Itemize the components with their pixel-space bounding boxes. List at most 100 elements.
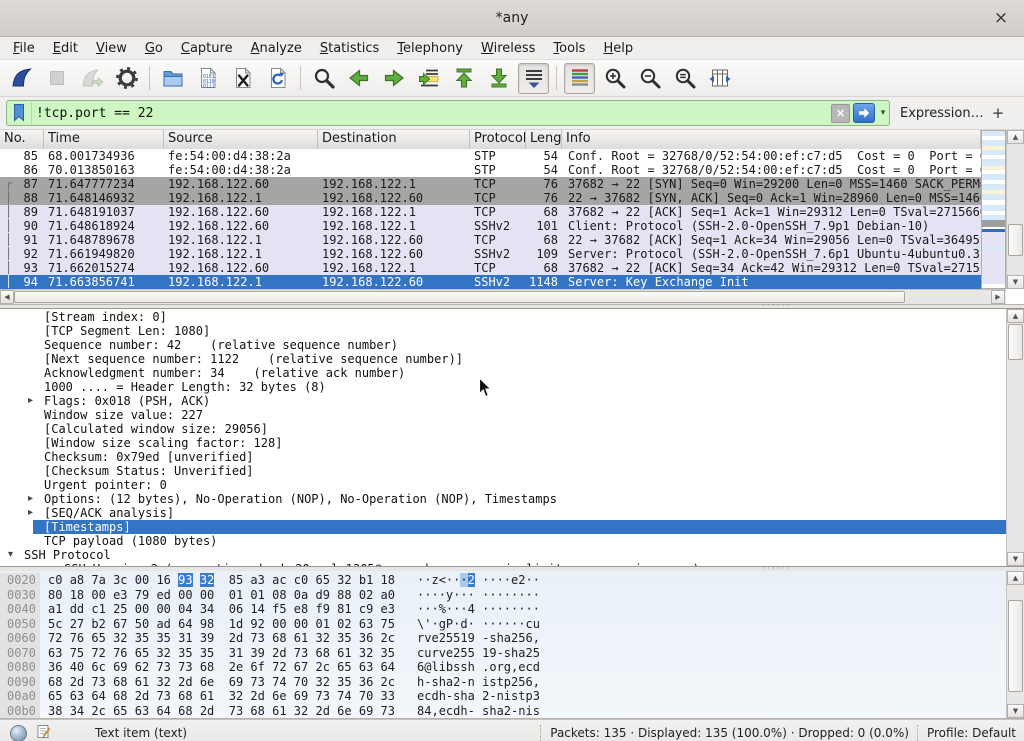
filter-apply-button[interactable] (853, 103, 875, 123)
scroll-down-arrow[interactable]: ▼ (1007, 275, 1024, 289)
resize-columns-button[interactable] (704, 63, 735, 94)
column-header-destination[interactable]: Destination (318, 130, 470, 149)
menu-wireless[interactable]: Wireless (472, 39, 544, 58)
filter-dropdown-button[interactable]: ▾ (877, 104, 889, 122)
menu-view[interactable]: View (87, 39, 136, 58)
save-file-button[interactable]: 010101100111 (192, 63, 223, 94)
scroll-right-arrow[interactable]: ▶ (991, 290, 1005, 304)
detail-line[interactable]: ▸[SEQ/ACK analysis] (0, 506, 1006, 520)
bytes-vscrollbar[interactable]: ▲ ▼ (1006, 571, 1024, 718)
packet-row-89[interactable]: │8971.648191037192.168.122.60192.168.122… (0, 205, 981, 219)
column-header-no[interactable]: No. (0, 130, 44, 149)
detail-line[interactable]: ▸[Timestamps] (0, 520, 1006, 534)
hex-row-0090[interactable]: 009068 2d 73 68 61 32 2d 6e 69 73 74 70 … (0, 675, 1006, 690)
expander-icon[interactable]: ▸ (48, 562, 53, 566)
packet-row-94[interactable]: │9471.663856741192.168.122.1192.168.122.… (0, 275, 981, 289)
display-filter-field[interactable]: × ▾ (6, 100, 890, 126)
column-header-protocol[interactable]: Protocol (470, 130, 526, 149)
reload-file-button[interactable] (262, 63, 293, 94)
packet-row-93[interactable]: │9371.662015274192.168.122.60192.168.122… (0, 261, 981, 275)
detail-line[interactable]: Acknowledgment number: 34 (relative ack … (0, 366, 1006, 380)
go-forward-button[interactable] (378, 63, 409, 94)
expander-icon[interactable]: ▸ (28, 394, 33, 408)
hex-row-0030[interactable]: 003080 18 00 e3 79 ed 00 00 01 01 08 0a … (0, 588, 1006, 603)
hex-row-0040[interactable]: 0040a1 dd c1 25 00 00 04 34 06 14 f5 e8 … (0, 602, 1006, 617)
column-header-info[interactable]: Info (562, 130, 981, 149)
filter-add-button[interactable]: + (988, 104, 1008, 122)
capture-options-button[interactable] (111, 63, 142, 94)
expander-icon[interactable]: ▸ (28, 520, 33, 534)
auto-scroll-button[interactable] (518, 63, 549, 94)
packet-list-vscrollbar[interactable]: ▲ ▼ (1006, 130, 1024, 289)
packet-row-87[interactable]: ┌8771.647777234192.168.122.60192.168.122… (0, 177, 981, 191)
detail-line[interactable]: [TCP Segment Len: 1080] (0, 324, 1006, 338)
hex-row-00a0[interactable]: 00a065 63 64 68 2d 73 68 61 32 2d 6e 69 … (0, 689, 1006, 704)
menu-capture[interactable]: Capture (172, 39, 242, 58)
detail-line[interactable]: [Next sequence number: 1122 (relative se… (0, 352, 1006, 366)
menu-analyze[interactable]: Analyze (242, 39, 311, 58)
capture-comment-icon[interactable] (37, 724, 51, 741)
details-vscrollbar[interactable]: ▲ ▼ (1006, 309, 1024, 566)
scroll-thumb[interactable] (1008, 600, 1023, 692)
detail-line[interactable]: Checksum: 0x79ed [unverified] (0, 450, 1006, 464)
packet-row-88[interactable]: │8871.648146932192.168.122.1192.168.122.… (0, 191, 981, 205)
scroll-down-arrow[interactable]: ▼ (1007, 704, 1024, 718)
expander-icon[interactable]: ▸ (28, 492, 33, 506)
menu-file[interactable]: File (4, 39, 44, 58)
menu-edit[interactable]: Edit (44, 39, 87, 58)
menu-go[interactable]: Go (136, 39, 172, 58)
detail-line[interactable]: Window size value: 227 (0, 408, 1006, 422)
packet-row-90[interactable]: │9071.648618924192.168.122.60192.168.122… (0, 219, 981, 233)
menu-telephony[interactable]: Telephony (388, 39, 472, 58)
column-header-source[interactable]: Source (164, 130, 318, 149)
display-filter-input[interactable] (32, 106, 831, 121)
packet-list-hscrollbar[interactable]: ◀ ▶ (0, 289, 1006, 304)
hex-row-0020[interactable]: 0020c0 a8 7a 3c 00 16 93 32 85 a3 ac c0 … (0, 573, 1006, 588)
title-bar[interactable]: *any × (0, 0, 1024, 37)
detail-line[interactable]: ▸Options: (12 bytes), No-Operation (NOP)… (0, 492, 1006, 506)
close-file-button[interactable] (227, 63, 258, 94)
zoom-out-button[interactable] (634, 63, 665, 94)
go-first-button[interactable] (448, 63, 479, 94)
go-back-button[interactable] (343, 63, 374, 94)
intelligent-scrollbar-minimap[interactable] (981, 130, 1006, 289)
expert-info-icon[interactable] (10, 725, 27, 741)
detail-line[interactable]: [Calculated window size: 29056] (0, 422, 1006, 436)
packet-row-86[interactable]: 8670.013850163fe:54:00:d4:38:2aSTP54Conf… (0, 163, 981, 177)
packet-row-91[interactable]: │9171.648789678192.168.122.1192.168.122.… (0, 233, 981, 247)
packet-row-92[interactable]: │9271.661949820192.168.122.1192.168.122.… (0, 247, 981, 261)
detail-line[interactable]: [Window size scaling factor: 128] (0, 436, 1006, 450)
zoom-original-button[interactable] (669, 63, 700, 94)
scroll-thumb[interactable] (1008, 224, 1023, 256)
scroll-up-arrow[interactable]: ▲ (1007, 309, 1024, 323)
hex-row-00b0[interactable]: 00b038 34 2c 65 63 64 68 2d 73 68 61 32 … (0, 704, 1006, 719)
menu-statistics[interactable]: Statistics (311, 39, 388, 58)
detail-line[interactable]: ▸SSH Version 2 (encryption:chacha20-poly… (0, 562, 1006, 566)
zoom-in-button[interactable] (599, 63, 630, 94)
scroll-up-arrow[interactable]: ▲ (1007, 571, 1024, 585)
expander-icon[interactable]: ▸ (28, 506, 33, 520)
detail-line[interactable]: Sequence number: 42 (relative sequence n… (0, 338, 1006, 352)
find-packet-button[interactable] (308, 63, 339, 94)
detail-line[interactable]: 1000 .... = Header Length: 32 bytes (8) (0, 380, 1006, 394)
detail-line[interactable]: Urgent pointer: 0 (0, 478, 1006, 492)
open-file-button[interactable] (157, 63, 188, 94)
go-to-packet-button[interactable] (413, 63, 444, 94)
hex-row-0050[interactable]: 00505c 27 b2 67 50 ad 64 98 1d 92 00 00 … (0, 617, 1006, 632)
column-header-time[interactable]: Time (44, 130, 164, 149)
menu-tools[interactable]: Tools (544, 39, 594, 58)
hex-row-0080[interactable]: 008036 40 6c 69 62 73 73 68 2e 6f 72 67 … (0, 660, 1006, 675)
start-capture-button[interactable] (6, 63, 37, 94)
scroll-down-arrow[interactable]: ▼ (1007, 552, 1024, 566)
hex-row-0070[interactable]: 007063 75 72 76 65 32 35 35 31 39 2d 73 … (0, 646, 1006, 661)
colorize-button[interactable] (564, 63, 595, 94)
detail-line[interactable]: TCP payload (1080 bytes) (0, 534, 1006, 548)
status-profile[interactable]: Profile: Default (927, 726, 1016, 740)
filter-clear-button[interactable]: × (831, 104, 850, 123)
detail-line[interactable]: [Stream index: 0] (0, 310, 1006, 324)
menu-help[interactable]: Help (594, 39, 642, 58)
detail-line[interactable]: ▾SSH Protocol (0, 548, 1006, 562)
expression-button[interactable]: Expression… (900, 106, 984, 121)
hex-row-0060[interactable]: 006072 76 65 32 35 35 31 39 2d 73 68 61 … (0, 631, 1006, 646)
detail-line[interactable]: ▸Flags: 0x018 (PSH, ACK) (0, 394, 1006, 408)
